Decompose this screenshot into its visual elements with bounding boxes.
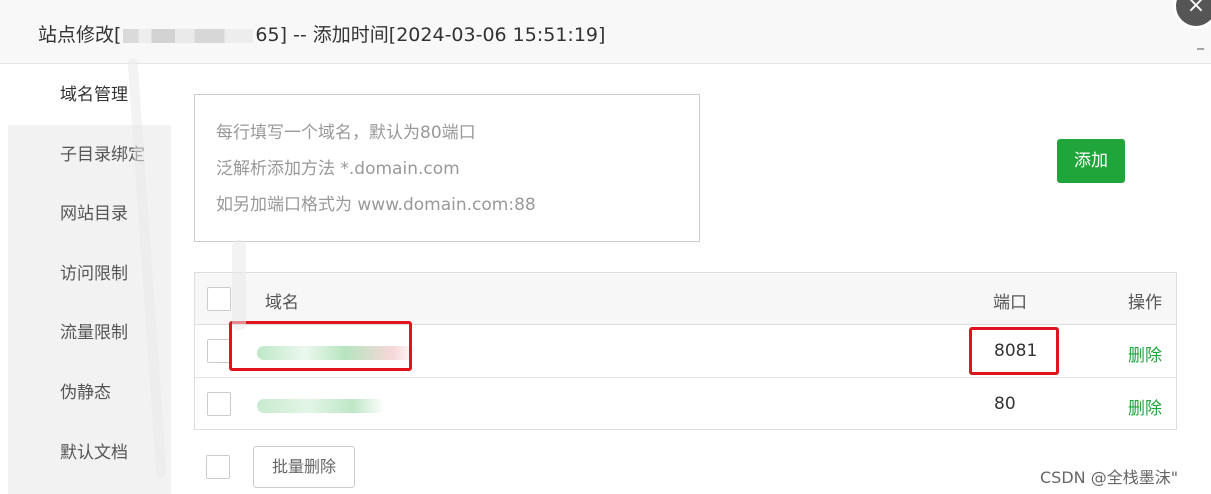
- redacted-domain: [257, 399, 385, 413]
- sidebar-item-pseudo-static[interactable]: 伪静态: [8, 363, 171, 423]
- dialog-title: 站点修改[ 65] -- 添加时间[2024-03-06 15:51:19]: [38, 20, 605, 47]
- dialog-title-prefix: 站点修改[: [38, 24, 122, 46]
- port-highlight-box: [969, 327, 1059, 375]
- redacted-site-name: [123, 28, 254, 43]
- dialog-titlebar: 站点修改[ 65] -- 添加时间[2024-03-06 15:51:19] _: [0, 0, 1211, 64]
- domain-highlight-box: [229, 321, 412, 371]
- column-header-port: 端口: [993, 293, 1027, 313]
- row-checkbox[interactable]: [207, 392, 231, 416]
- column-header-domain: 域名: [265, 293, 299, 313]
- sidebar-item-default-document[interactable]: 默认文档: [8, 423, 171, 483]
- dialog-title-suffix: 65] -- 添加时间[2024-03-06 15:51:19]: [255, 24, 606, 46]
- add-domain-button[interactable]: 添加: [1057, 139, 1125, 183]
- watermark: CSDN @全栈墨沫": [1040, 468, 1179, 487]
- domain-input-hint-line: 每行填写一个域名，默认为80端口: [216, 123, 476, 143]
- row-checkbox[interactable]: [207, 339, 231, 363]
- site-edit-dialog: 站点修改[65] -- 添加时间[2024-03-06 15:51:19] _ …: [0, 0, 1211, 494]
- batch-delete-button[interactable]: 批量删除: [253, 446, 355, 488]
- domain-input-hint-line: 泛解析添加方法 *.domain.com: [216, 159, 460, 179]
- domain-input[interactable]: 每行填写一个域名，默认为80端口 泛解析添加方法 *.domain.com 如另…: [194, 94, 700, 242]
- sidebar-item-subdirectory-binding[interactable]: 子目录绑定: [8, 125, 171, 185]
- edit-smudge: [232, 240, 246, 330]
- column-header-action: 操作: [1128, 293, 1162, 313]
- batch-select-checkbox[interactable]: [206, 455, 230, 479]
- delete-link[interactable]: 删除: [1128, 341, 1162, 366]
- sidebar-item-domain-management[interactable]: 域名管理: [8, 65, 171, 125]
- domain-input-hint-line: 如另加端口格式为 www.domain.com:88: [216, 195, 536, 215]
- background-page-edge: _: [1197, 34, 1204, 50]
- select-all-checkbox[interactable]: [207, 287, 231, 311]
- delete-link[interactable]: 删除: [1128, 394, 1162, 419]
- port-value: 80: [994, 394, 1016, 414]
- table-row: 80 删除: [195, 378, 1176, 431]
- table-header: 域名 端口 操作: [195, 273, 1176, 325]
